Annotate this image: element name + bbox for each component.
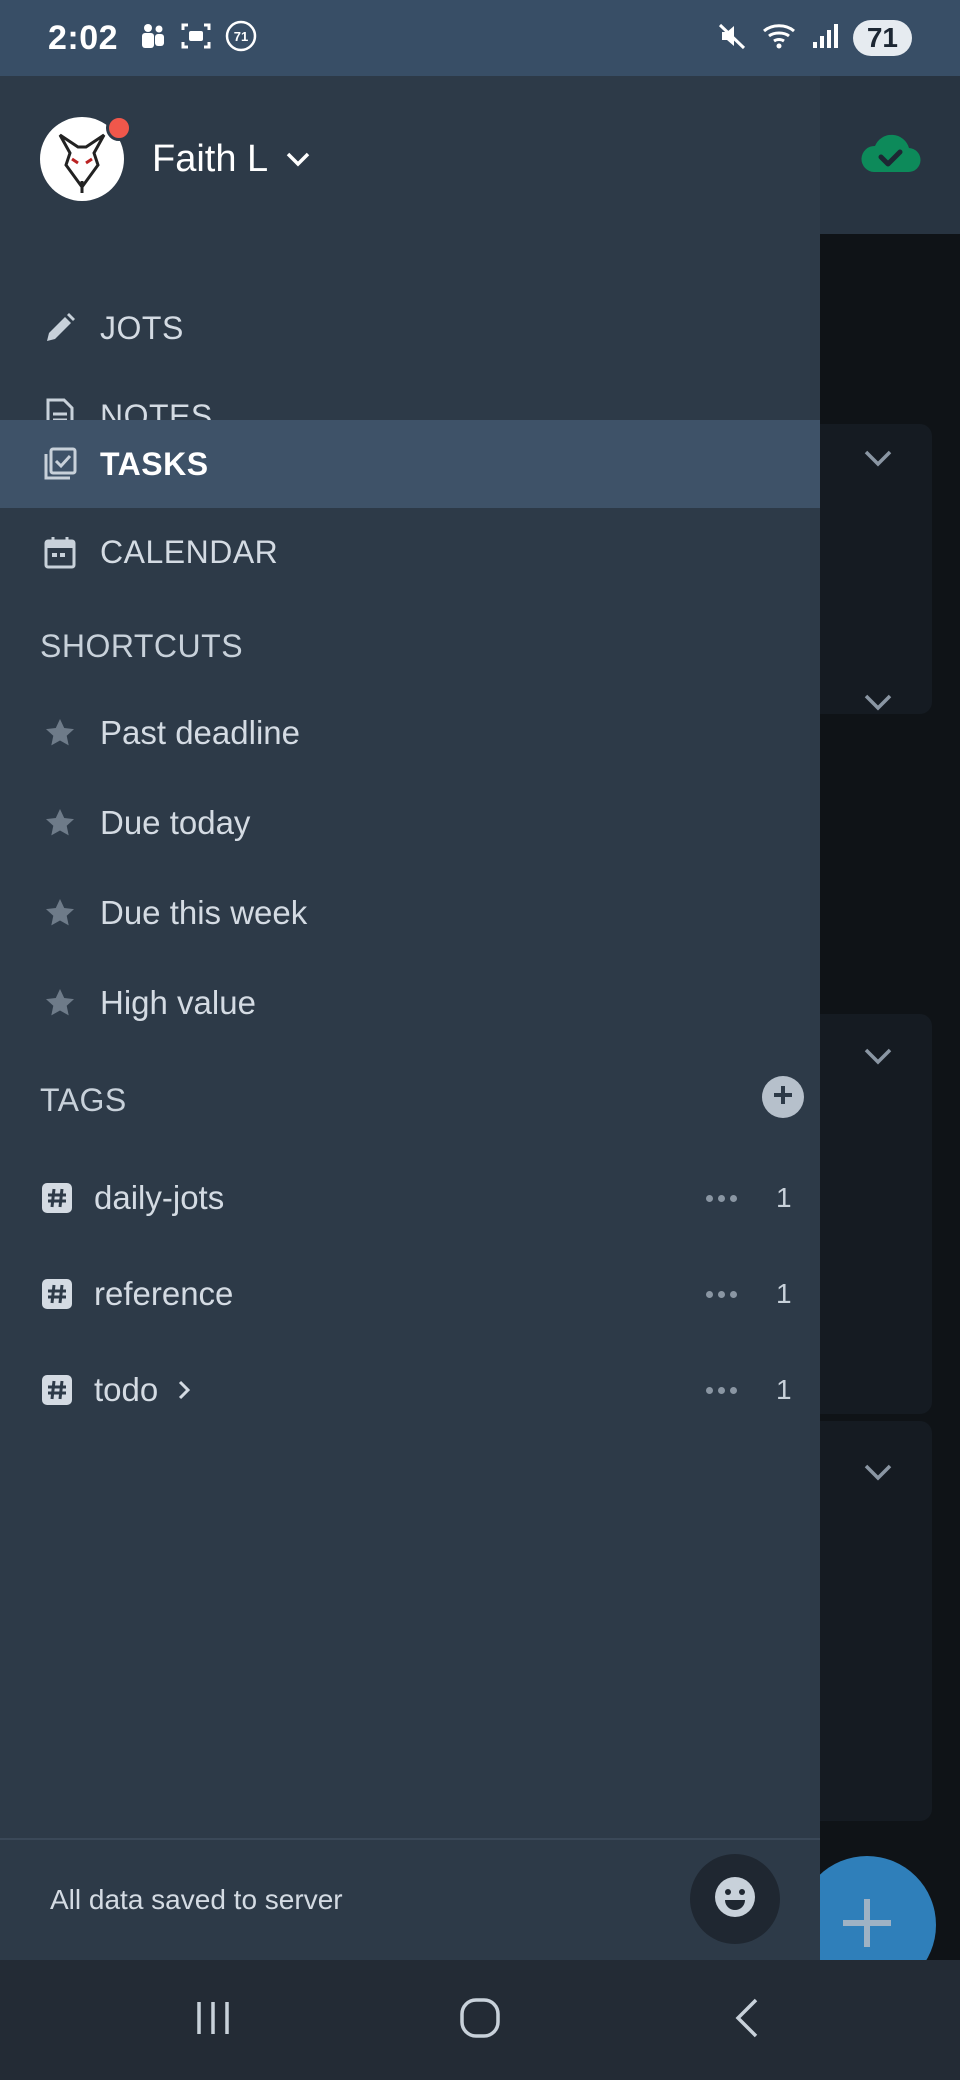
feedback-button[interactable] <box>690 1854 780 1944</box>
recent-apps-button[interactable] <box>173 1980 253 2060</box>
nav-label: JOTS <box>100 309 184 346</box>
hashtag-icon <box>42 1183 72 1213</box>
star-icon <box>42 715 78 751</box>
star-icon <box>42 985 78 1021</box>
system-navigation-bar <box>0 1960 960 2080</box>
nav-item-calendar[interactable]: CALENDAR <box>0 508 820 596</box>
tags-section-title: TAGS <box>40 1082 127 1118</box>
status-bar: 2:02 71 71 <box>0 0 960 76</box>
shortcut-item-due-today[interactable]: Due today <box>0 778 820 868</box>
tag-item-daily-jots[interactable]: daily-jots 1 <box>0 1150 820 1246</box>
screenshot-icon <box>180 21 212 56</box>
plus-icon <box>837 1893 897 1958</box>
more-options-icon[interactable] <box>706 1194 737 1202</box>
mute-icon <box>717 21 747 56</box>
pencil-icon <box>42 310 78 346</box>
nav-item-jots[interactable]: JOTS <box>0 284 820 372</box>
teams-icon <box>138 21 168 56</box>
chevron-down-icon[interactable] <box>284 149 312 174</box>
tag-label: daily-jots <box>94 1179 225 1216</box>
tag-item-todo[interactable]: todo 1 <box>0 1342 820 1438</box>
chevron-down-icon[interactable] <box>860 446 896 475</box>
nav-label: CALENDAR <box>100 533 279 570</box>
chevron-down-icon[interactable] <box>860 1044 896 1073</box>
tag-count: 1 <box>776 1278 792 1309</box>
recents-icon <box>191 1998 235 2043</box>
star-icon <box>42 805 78 841</box>
navigation-drawer: Faith L JOTS NOTES TASKS CALENDAR SHORTC… <box>0 76 820 1960</box>
shortcut-item-high-value[interactable]: High value <box>0 958 820 1048</box>
chevron-down-icon[interactable] <box>860 1460 896 1489</box>
tag-label: reference <box>94 1275 234 1312</box>
more-options-icon[interactable] <box>706 1386 737 1394</box>
shortcut-label: Due this week <box>100 894 308 931</box>
drawer-footer: All data saved to server <box>0 1838 820 1960</box>
shortcut-item-past-deadline[interactable]: Past deadline <box>0 688 820 778</box>
back-button[interactable] <box>707 1980 787 2060</box>
wifi-icon <box>761 21 797 56</box>
tag-item-reference[interactable]: reference 1 <box>0 1246 820 1342</box>
hashtag-icon <box>42 1375 72 1405</box>
plus-icon <box>771 1083 795 1112</box>
add-tag-button[interactable] <box>762 1076 804 1118</box>
shortcut-label: Due today <box>100 804 251 841</box>
tag-count: 1 <box>776 1374 792 1405</box>
svg-text:71: 71 <box>234 29 248 44</box>
shortcut-label: High value <box>100 984 256 1021</box>
battery-indicator: 71 <box>852 20 912 56</box>
more-options-icon[interactable] <box>706 1290 737 1298</box>
status-right: 71 <box>717 20 912 56</box>
tasks-icon <box>42 446 78 482</box>
cloud-synced-icon[interactable] <box>858 132 922 181</box>
badge-71-icon: 71 <box>224 19 258 58</box>
status-notification-icons: 71 <box>138 19 258 58</box>
avatar[interactable] <box>40 115 132 201</box>
profile-name[interactable]: Faith L <box>152 138 268 181</box>
signal-icon <box>811 22 839 55</box>
smiley-icon <box>713 1875 757 1924</box>
nav-item-tasks[interactable]: TASKS <box>0 420 820 508</box>
home-button[interactable] <box>440 1980 520 2060</box>
shortcut-label: Past deadline <box>100 714 300 751</box>
chevron-right-icon[interactable] <box>176 1378 192 1407</box>
nav-label: TASKS <box>100 445 209 482</box>
home-icon <box>458 1996 502 2045</box>
sync-status-text: All data saved to server <box>50 1884 343 1915</box>
profile-switcher[interactable]: Faith L <box>40 115 312 202</box>
hashtag-icon <box>42 1279 72 1309</box>
chevron-down-icon[interactable] <box>860 690 896 719</box>
back-icon <box>730 1996 764 2045</box>
tag-count: 1 <box>776 1182 792 1213</box>
shortcuts-section-title: SHORTCUTS <box>40 628 244 664</box>
background-card[interactable] <box>820 1014 932 1414</box>
status-time: 2:02 <box>48 18 119 57</box>
notification-dot <box>106 115 132 141</box>
calendar-icon <box>42 534 78 570</box>
tag-label: todo <box>94 1371 159 1408</box>
shortcut-item-due-this-week[interactable]: Due this week <box>0 868 820 958</box>
star-icon <box>42 895 78 931</box>
